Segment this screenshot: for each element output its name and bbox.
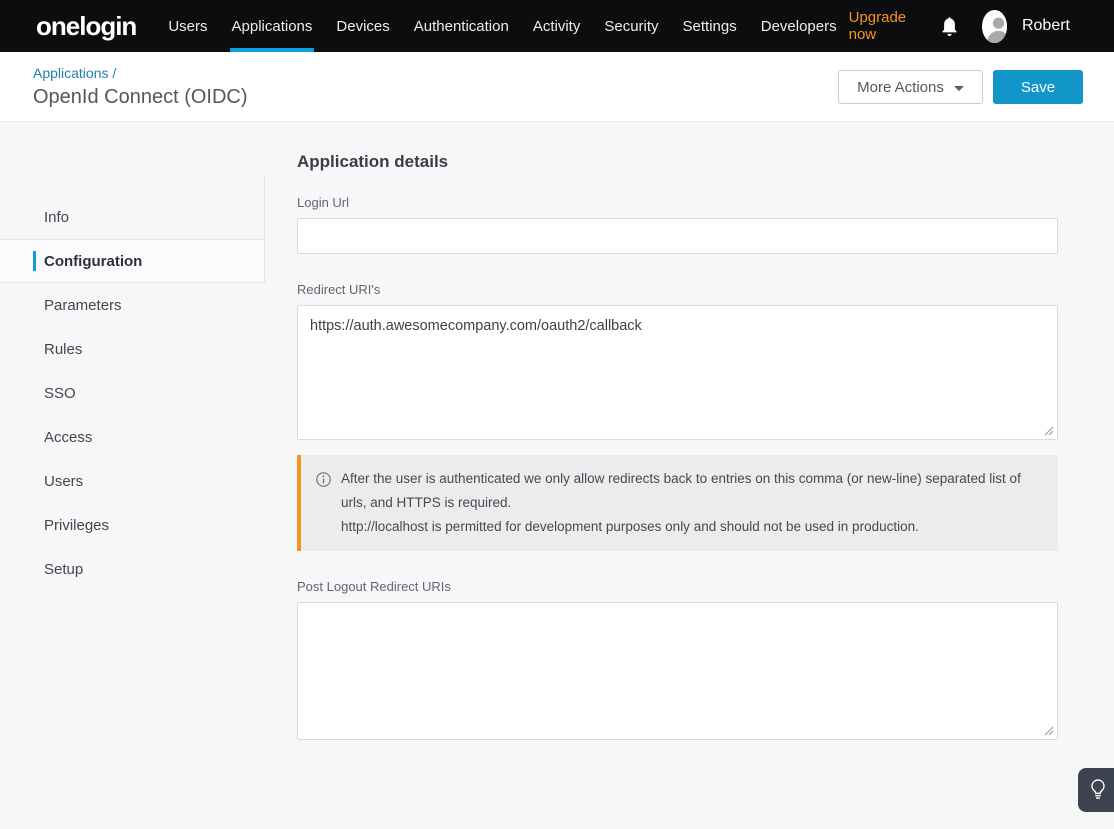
nav-item-activity[interactable]: Activity bbox=[531, 0, 583, 52]
sidebar-item-access[interactable]: Access bbox=[0, 415, 265, 459]
chevron-down-icon bbox=[954, 86, 964, 91]
top-nav-right: Upgrade now Robert bbox=[849, 9, 1114, 43]
breadcrumb[interactable]: Applications / bbox=[33, 65, 116, 81]
section-title: Application details bbox=[297, 152, 1058, 172]
avatar[interactable] bbox=[982, 10, 1007, 43]
nav-item-applications[interactable]: Applications bbox=[230, 0, 315, 52]
nav-item-security[interactable]: Security bbox=[602, 0, 660, 52]
post-logout-redirect-uris-label: Post Logout Redirect URIs bbox=[297, 579, 1058, 594]
sidebar-item-configuration[interactable]: Configuration bbox=[0, 239, 264, 283]
header-actions: More Actions Save bbox=[838, 70, 1083, 104]
upgrade-now-link[interactable]: Upgrade now bbox=[849, 9, 916, 43]
login-url-input[interactable] bbox=[297, 218, 1058, 254]
top-nav: onelogin Users Applications Devices Auth… bbox=[0, 0, 1114, 52]
redirect-uris-textarea[interactable]: https://auth.awesomecompany.com/oauth2/c… bbox=[297, 305, 1058, 440]
note-text: After the user is authenticated we only … bbox=[341, 467, 1042, 539]
note-line-1: After the user is authenticated we only … bbox=[341, 467, 1042, 515]
sidebar: Info Configuration Parameters Rules SSO … bbox=[0, 122, 265, 591]
redirect-uris-label: Redirect URI's bbox=[297, 282, 1058, 297]
post-logout-redirect-uris-field bbox=[297, 602, 1058, 740]
lightbulb-icon bbox=[1090, 779, 1106, 802]
sidebar-item-rules[interactable]: Rules bbox=[0, 327, 265, 371]
nav-item-authentication[interactable]: Authentication bbox=[412, 0, 511, 52]
sidebar-item-sso[interactable]: SSO bbox=[0, 371, 265, 415]
sidebar-item-info[interactable]: Info bbox=[0, 195, 264, 239]
user-name[interactable]: Robert bbox=[1022, 17, 1070, 35]
info-icon bbox=[316, 472, 331, 539]
resize-grip-icon[interactable] bbox=[1044, 426, 1054, 436]
post-logout-redirect-uris-textarea[interactable] bbox=[297, 602, 1058, 740]
redirect-uris-field: https://auth.awesomecompany.com/oauth2/c… bbox=[297, 305, 1058, 440]
sidebar-item-privileges[interactable]: Privileges bbox=[0, 503, 265, 547]
page-title: OpenId Connect (OIDC) bbox=[33, 86, 248, 109]
nav-item-devices[interactable]: Devices bbox=[334, 0, 391, 52]
content-area: Info Configuration Parameters Rules SSO … bbox=[0, 122, 1114, 829]
onelogin-logo[interactable]: onelogin bbox=[36, 11, 136, 42]
page-header: Applications / OpenId Connect (OIDC) Mor… bbox=[0, 52, 1114, 122]
top-nav-items: Users Applications Devices Authenticatio… bbox=[156, 0, 848, 52]
nav-item-users[interactable]: Users bbox=[166, 0, 209, 52]
hint-lightbulb-button[interactable] bbox=[1078, 768, 1114, 812]
sidebar-item-users[interactable]: Users bbox=[0, 459, 265, 503]
nav-item-developers[interactable]: Developers bbox=[759, 0, 839, 52]
save-button[interactable]: Save bbox=[993, 70, 1083, 104]
login-url-label: Login Url bbox=[297, 195, 1058, 210]
sidebar-item-setup[interactable]: Setup bbox=[0, 547, 265, 591]
resize-grip-icon[interactable] bbox=[1044, 726, 1054, 736]
notification-bell-icon[interactable] bbox=[941, 17, 958, 36]
more-actions-button[interactable]: More Actions bbox=[838, 70, 983, 104]
redirect-info-note: After the user is authenticated we only … bbox=[297, 455, 1058, 551]
main-panel: Application details Login Url Redirect U… bbox=[297, 122, 1058, 740]
more-actions-label: More Actions bbox=[857, 79, 944, 96]
sidebar-item-parameters[interactable]: Parameters bbox=[0, 283, 265, 327]
sidebar-top-group: Info Configuration bbox=[0, 177, 265, 283]
nav-item-settings[interactable]: Settings bbox=[681, 0, 739, 52]
note-line-2: http://localhost is permitted for develo… bbox=[341, 515, 1042, 539]
